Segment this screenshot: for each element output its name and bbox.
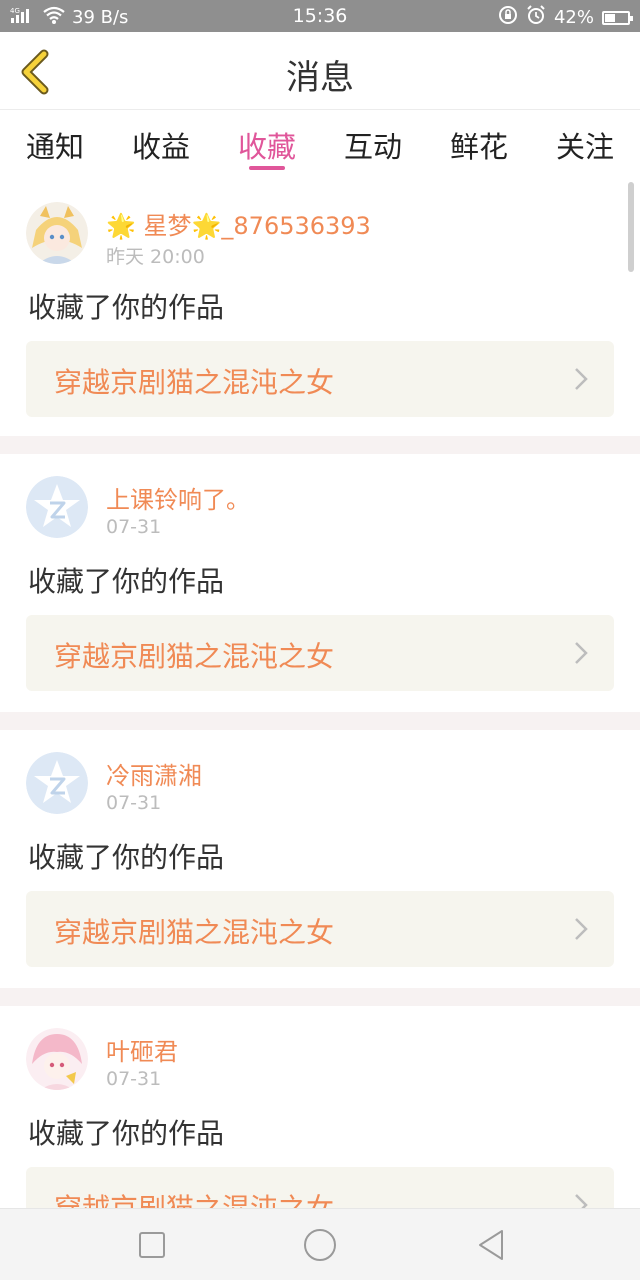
username[interactable]: 🌟 星梦🌟_876536393 — [106, 206, 371, 241]
status-bar: 4G 39 B/s 15:36 42% — [0, 0, 640, 32]
work-link[interactable]: 穿越京剧猫之混沌之女 — [26, 615, 614, 691]
work-title: 穿越京剧猫之混沌之女 — [54, 366, 335, 399]
tab-interactions[interactable]: 互动 — [328, 124, 418, 166]
tab-earnings[interactable]: 收益 — [116, 124, 206, 166]
username[interactable]: 叶砸君 — [106, 1032, 178, 1067]
tab-favorites[interactable]: 收藏 — [222, 124, 312, 166]
list-item: 冷雨潇湘 07-31 收藏了你的作品 穿越京剧猫之混沌之女 — [0, 730, 640, 988]
user-avatar[interactable] — [26, 476, 88, 538]
user-avatar[interactable] — [26, 752, 88, 814]
divider — [0, 436, 640, 454]
username-suffix: 🌟_876536393 — [191, 212, 371, 240]
chevron-right-icon — [575, 918, 588, 940]
back-triangle-icon — [479, 1230, 503, 1260]
work-title: 穿越京剧猫之混沌之女 — [54, 640, 335, 673]
work-title: 穿越京剧猫之混沌之女 — [54, 1187, 334, 1208]
username-main: 叶砸君 — [106, 1038, 178, 1066]
username-prefix: 🌟 — [106, 212, 144, 240]
chevron-right-icon — [575, 1194, 588, 1208]
list-item: 叶砸君 07-31 收藏了你的作品 穿越京剧猫之混沌之女 — [0, 1006, 640, 1208]
list-item: 上课铃响了。 07-31 收藏了你的作品 穿越京剧猫之混沌之女 — [0, 454, 640, 712]
username-main: 星梦 — [143, 212, 192, 240]
work-link[interactable]: 穿越京剧猫之混沌之女 — [26, 341, 614, 417]
username[interactable]: 上课铃响了。 — [106, 480, 250, 515]
recent-apps-icon — [139, 1232, 165, 1258]
chevron-right-icon — [575, 368, 588, 390]
timestamp: 07-31 — [106, 1068, 162, 1090]
rotation-lock-icon — [498, 5, 518, 30]
tab-bar: 通知 收益 收藏 互动 鲜花 关注 — [0, 110, 640, 178]
messages-screen: 4G 39 B/s 15:36 42% 消息 通知 收益 收藏 互动 鲜花 关注… — [0, 0, 640, 1280]
username[interactable]: 冷雨潇湘 — [106, 756, 202, 791]
active-tab-indicator — [249, 166, 285, 170]
action-text: 收藏了你的作品 — [28, 291, 225, 324]
work-link[interactable]: 穿越京剧猫之混沌之女 — [26, 1167, 614, 1208]
home-button[interactable] — [302, 1227, 338, 1263]
divider — [0, 988, 640, 1006]
battery-percent: 42% — [553, 7, 594, 28]
timestamp: 昨天 20:00 — [106, 246, 205, 268]
action-text: 收藏了你的作品 — [28, 1117, 225, 1150]
tab-follows[interactable]: 关注 — [540, 124, 630, 166]
list-item: 🌟 星梦🌟_876536393 昨天 20:00 收藏了你的作品 穿越京剧猫之混… — [0, 180, 640, 436]
divider — [0, 712, 640, 730]
back-nav-button[interactable] — [474, 1227, 510, 1263]
alarm-icon — [526, 5, 546, 30]
user-avatar[interactable] — [26, 202, 88, 264]
battery-icon — [602, 10, 633, 25]
action-text: 收藏了你的作品 — [28, 841, 225, 874]
header: 消息 — [0, 32, 640, 110]
username-main: 冷雨潇湘 — [106, 762, 202, 790]
home-icon — [304, 1229, 336, 1261]
tab-notifications[interactable]: 通知 — [10, 124, 100, 166]
work-link[interactable]: 穿越京剧猫之混沌之女 — [26, 891, 614, 967]
action-text: 收藏了你的作品 — [28, 565, 225, 598]
work-title: 穿越京剧猫之混沌之女 — [54, 916, 335, 949]
timestamp: 07-31 — [106, 792, 162, 814]
username-main: 上课铃响了。 — [106, 486, 250, 514]
page-title: 消息 — [286, 58, 354, 98]
chevron-right-icon — [575, 642, 588, 664]
user-avatar[interactable] — [26, 1028, 88, 1090]
scrollbar[interactable] — [628, 182, 634, 272]
timestamp: 07-31 — [106, 516, 162, 538]
system-nav-bar — [0, 1208, 640, 1280]
tab-flowers[interactable]: 鲜花 — [434, 124, 524, 166]
recent-apps-button[interactable] — [134, 1227, 170, 1263]
